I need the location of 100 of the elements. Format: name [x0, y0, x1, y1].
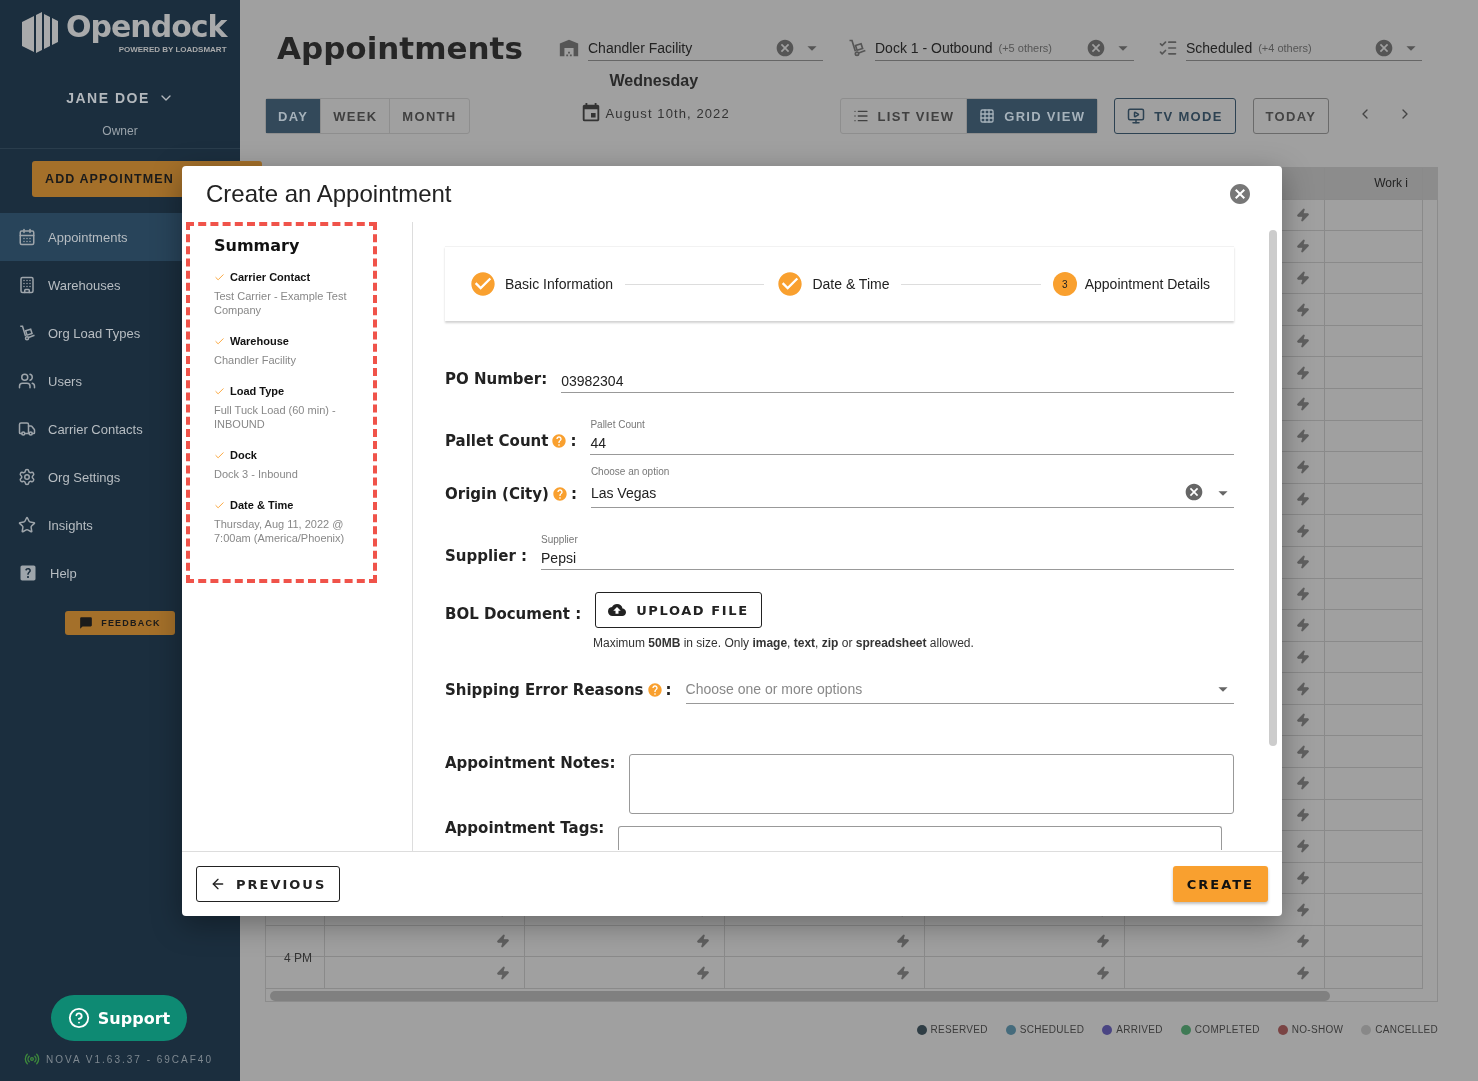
today-button[interactable]: TODAY — [1252, 98, 1330, 134]
truck-icon — [18, 420, 36, 438]
legend-label: ARRIVED — [1116, 1024, 1163, 1035]
lightning-icon[interactable] — [1296, 934, 1310, 949]
lightning-icon[interactable] — [1296, 965, 1310, 980]
calendar-slot[interactable] — [925, 957, 1125, 990]
multi-select-field[interactable]: Choose one or more options — [685, 678, 1234, 704]
logo-tagline: POWERED BY LOADSMART — [117, 45, 227, 54]
weekday-label: Wednesday — [608, 72, 700, 90]
tv-mode-button[interactable]: TV MODE — [1114, 98, 1236, 134]
text-field[interactable]: Supplier Pepsi — [541, 534, 1234, 570]
upload-file-button[interactable]: UPLOAD FILE — [595, 592, 762, 628]
field-label: PO Number: — [445, 370, 548, 388]
text-field[interactable]: 03982304 — [561, 373, 1234, 393]
calendar-slot[interactable] — [725, 957, 925, 990]
calendar-slot[interactable] — [1125, 957, 1325, 990]
tags-field[interactable] — [618, 826, 1222, 850]
user-name[interactable]: JANE DOE — [66, 90, 150, 106]
previous-button[interactable]: PREVIOUS — [196, 866, 341, 902]
step-check-icon — [776, 270, 805, 298]
help-icon[interactable] — [646, 682, 663, 698]
field-label: Pallet Count — [445, 432, 549, 450]
lightning-icon[interactable] — [1296, 302, 1310, 317]
step-number: 3 — [1052, 272, 1077, 296]
notes-field[interactable] — [629, 754, 1234, 814]
sidebar-item[interactable]: Help — [0, 549, 240, 597]
summary-value: Dock 3 - Inbound — [214, 467, 299, 481]
lightning-icon[interactable] — [1296, 397, 1310, 412]
summary-label: Date & Time — [230, 499, 294, 511]
create-button[interactable]: CREATE — [1172, 866, 1268, 902]
filter-select[interactable]: Dock 1 - Outbound (+5 others) — [875, 35, 1134, 61]
legend-label: SCHEDULED — [1019, 1024, 1085, 1035]
calendar-slot[interactable] — [1125, 925, 1325, 958]
chat-bubble-icon — [79, 616, 94, 630]
lightning-icon[interactable] — [1296, 365, 1310, 380]
hand-truck-icon — [18, 324, 36, 342]
lightning-icon[interactable] — [1296, 334, 1310, 349]
legend-label: CANCELLED — [1375, 1024, 1438, 1035]
clear-icon[interactable] — [1184, 482, 1204, 502]
filter-select[interactable]: Scheduled (+4 others) — [1186, 35, 1422, 61]
lightning-icon[interactable] — [696, 934, 710, 949]
view-tab[interactable]: GRID VIEW — [967, 99, 1098, 133]
lightning-icon[interactable] — [1296, 744, 1310, 759]
step-label: Appointment Details — [1084, 276, 1210, 292]
lightning-icon[interactable] — [1296, 207, 1310, 222]
filter-select[interactable]: Chandler Facility — [588, 35, 823, 61]
help-icon[interactable] — [551, 433, 568, 449]
label-colon: : — [665, 681, 672, 699]
lightning-icon[interactable] — [1296, 239, 1310, 254]
field-label: Supplier : — [445, 547, 528, 565]
select-field[interactable]: Choose an option Las Vegas — [590, 466, 1234, 508]
lightning-icon[interactable] — [1096, 934, 1110, 949]
range-tab[interactable]: DAY — [266, 99, 322, 133]
lightning-icon[interactable] — [1296, 618, 1310, 633]
support-button[interactable]: Support — [51, 995, 187, 1041]
lightning-icon[interactable] — [1296, 902, 1310, 917]
cloud-upload-icon — [608, 601, 627, 619]
lightning-icon[interactable] — [1296, 492, 1310, 507]
clear-icon[interactable] — [1374, 37, 1394, 58]
calendar-slot[interactable] — [325, 957, 525, 990]
text-field[interactable]: Pallet Count 44 — [590, 419, 1234, 455]
lightning-icon[interactable] — [1296, 555, 1310, 570]
lightning-icon[interactable] — [696, 965, 710, 980]
range-tab[interactable]: WEEK — [321, 99, 391, 133]
summary-value: Test Carrier - Example Test Company — [214, 289, 348, 317]
lightning-icon[interactable] — [1096, 965, 1110, 980]
lightning-icon[interactable] — [1296, 871, 1310, 885]
calendar-slot[interactable] — [525, 925, 725, 958]
lightning-icon[interactable] — [1296, 713, 1310, 728]
field-label: Shipping Error Reasons — [445, 681, 644, 699]
horizontal-scrollbar[interactable] — [270, 991, 1330, 1001]
lightning-icon[interactable] — [1296, 776, 1310, 791]
help-icon[interactable] — [551, 486, 568, 502]
lightning-icon[interactable] — [896, 965, 910, 980]
lightning-icon[interactable] — [1296, 681, 1310, 696]
lightning-icon[interactable] — [896, 934, 910, 949]
clear-icon[interactable] — [1086, 37, 1106, 58]
lightning-icon[interactable] — [1296, 523, 1310, 538]
lightning-icon[interactable] — [1296, 460, 1310, 475]
legend-label: RESERVED — [930, 1024, 988, 1035]
range-tab[interactable]: MONTH — [390, 99, 469, 133]
lightning-icon[interactable] — [1296, 839, 1310, 854]
lightning-icon[interactable] — [496, 934, 510, 949]
lightning-icon[interactable] — [1296, 271, 1310, 285]
calendar-slot[interactable] — [1325, 957, 1423, 990]
calendar-slot[interactable] — [325, 925, 525, 958]
calendar-slot[interactable] — [525, 957, 725, 990]
lightning-icon[interactable] — [496, 965, 510, 980]
lightning-icon[interactable] — [1296, 807, 1310, 822]
lightning-icon[interactable] — [1296, 428, 1310, 443]
calendar-slot[interactable] — [925, 925, 1125, 958]
feedback-button[interactable]: FEEDBACK — [65, 611, 175, 635]
lightning-icon[interactable] — [1296, 649, 1310, 664]
close-button[interactable] — [1228, 182, 1252, 206]
hand-truck-icon — [847, 38, 867, 58]
label-colon: : — [570, 432, 577, 450]
lightning-icon[interactable] — [1296, 586, 1310, 601]
clear-icon[interactable] — [775, 37, 795, 58]
calendar-slot[interactable] — [725, 925, 925, 958]
vertical-scrollbar[interactable] — [1269, 230, 1277, 746]
